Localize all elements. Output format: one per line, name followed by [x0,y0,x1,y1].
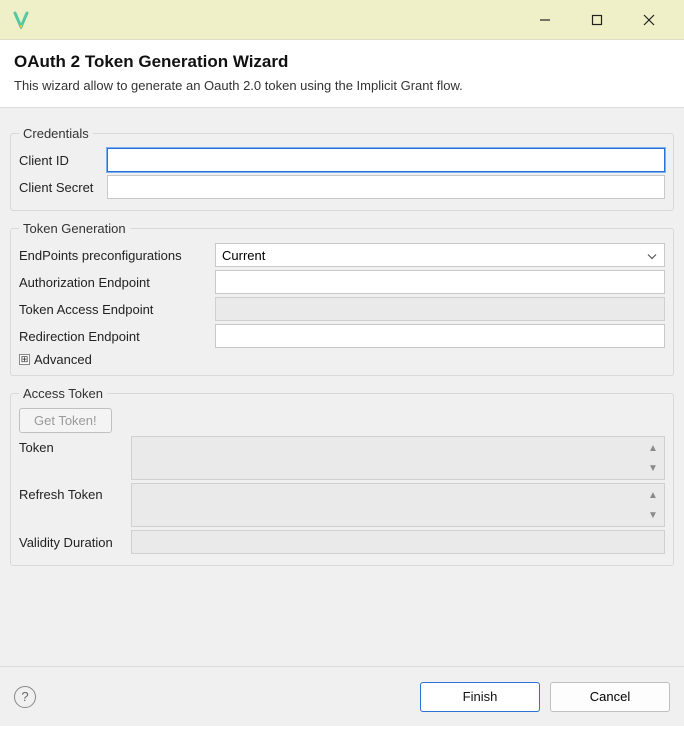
advanced-toggle[interactable]: ⊞ Advanced [19,352,665,367]
client-id-input[interactable] [107,148,665,172]
wizard-footer: ? Finish Cancel [0,666,684,726]
scroll-up-icon[interactable]: ▲ [644,439,662,457]
wizard-header: OAuth 2 Token Generation Wizard This wiz… [0,40,684,108]
token-label: Token [19,436,125,455]
client-id-label: Client ID [19,153,101,168]
page-title: OAuth 2 Token Generation Wizard [14,52,668,72]
advanced-label: Advanced [34,352,92,367]
refresh-token-label: Refresh Token [19,483,125,502]
app-icon [12,11,30,29]
help-button[interactable]: ? [14,686,36,708]
page-subtitle: This wizard allow to generate an Oauth 2… [14,78,668,93]
client-secret-input[interactable] [107,175,665,199]
preconfig-select[interactable]: Current [215,243,665,267]
scroll-down-icon[interactable]: ▼ [644,459,662,477]
auth-endpoint-label: Authorization Endpoint [19,275,209,290]
get-token-button: Get Token! [19,408,112,433]
access-token-legend: Access Token [19,386,107,401]
validity-label: Validity Duration [19,535,125,550]
cancel-button[interactable]: Cancel [550,682,670,712]
finish-button[interactable]: Finish [420,682,540,712]
minimize-button[interactable] [528,6,562,34]
access-token-group: Access Token Get Token! Token ▲ ▼ Refres… [10,386,674,566]
maximize-button[interactable] [580,6,614,34]
token-access-input [215,297,665,321]
credentials-legend: Credentials [19,126,93,141]
scroll-up-icon[interactable]: ▲ [644,486,662,504]
token-output: ▲ ▼ [131,436,665,480]
token-access-label: Token Access Endpoint [19,302,209,317]
expand-icon: ⊞ [19,354,30,365]
redirect-endpoint-label: Redirection Endpoint [19,329,209,344]
token-generation-group: Token Generation EndPoints preconfigurat… [10,221,674,376]
credentials-group: Credentials Client ID Client Secret [10,126,674,211]
auth-endpoint-input[interactable] [215,270,665,294]
preconfig-label: EndPoints preconfigurations [19,248,209,263]
redirect-endpoint-input[interactable] [215,324,665,348]
wizard-body: Credentials Client ID Client Secret Toke… [0,108,684,666]
validity-output [131,530,665,554]
client-secret-label: Client Secret [19,180,101,195]
token-generation-legend: Token Generation [19,221,130,236]
scroll-down-icon[interactable]: ▼ [644,506,662,524]
window-controls [528,6,676,34]
close-button[interactable] [632,6,666,34]
titlebar [0,0,684,40]
refresh-token-output: ▲ ▼ [131,483,665,527]
